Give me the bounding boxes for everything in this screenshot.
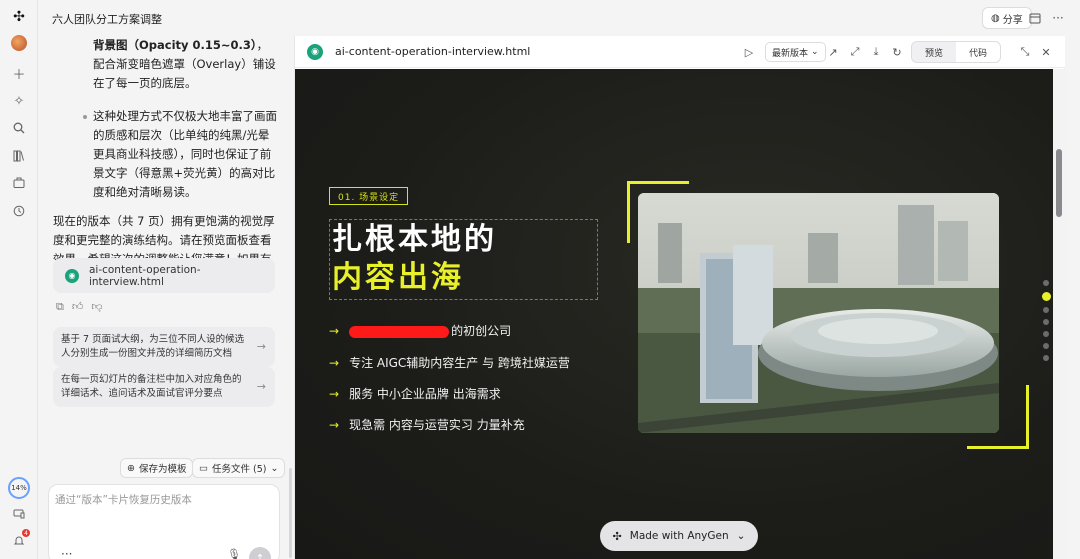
left-rail: ✣ ＋ ✧ 14% 4 [0, 0, 38, 559]
arrow-right-icon: → [256, 340, 266, 353]
top-bar: 六人团队分工方案调整 ◍ 分享 ··· [38, 0, 1080, 36]
share-export-icon[interactable]: ↗ [825, 44, 841, 60]
notification-badge: 4 [22, 529, 30, 537]
slide-dot[interactable] [1043, 343, 1049, 349]
list-item: 背景图（Opacity 0.15~0.3），配合渐变暗色遮罩（Overlay）铺… [93, 38, 276, 90]
microphone-icon[interactable]: 🎙︎ [227, 548, 241, 559]
preview-toolbar: ◉ ai-content-operation-interview.html ▷ … [295, 36, 1065, 68]
expand-icon[interactable]: ⤡ [1017, 44, 1033, 60]
scrollbar-thumb[interactable] [1056, 149, 1062, 217]
slide-dot[interactable] [1043, 331, 1049, 337]
bell-icon[interactable]: 4 [9, 529, 30, 551]
task-files-button[interactable]: ▭ 任务文件 (5) ⌄ [192, 458, 286, 478]
title-selection-box[interactable]: 扎根本地的 内容出海 [329, 219, 598, 300]
arrow-right-icon: → [329, 417, 340, 432]
briefcase-icon[interactable] [9, 173, 29, 193]
chat-input[interactable]: 通过“版本”卡片恢复历史版本 ··· 🎙︎ ↑ [48, 484, 280, 559]
usage-progress-ring: 14% [8, 477, 30, 499]
section-tag: 01. 场景设定 [329, 187, 409, 205]
spark-icon[interactable]: ✧ [9, 91, 29, 111]
arrow-right-icon: → [329, 386, 340, 401]
copy-icon[interactable]: ⧉ [56, 300, 64, 314]
history-clock-icon[interactable] [9, 201, 29, 221]
redaction-mark [349, 325, 450, 338]
chevron-down-icon: ⌄ [270, 462, 279, 474]
template-icon: ⊕ [127, 462, 135, 474]
avatar[interactable] [11, 35, 27, 51]
search-icon[interactable] [9, 118, 29, 138]
calendar-icon[interactable] [1026, 9, 1044, 27]
arrow-right-icon: → [256, 380, 266, 393]
slide-dot[interactable] [1043, 319, 1049, 325]
chat-panel: 背景图（Opacity 0.15~0.3），配合渐变暗色遮罩（Overlay）铺… [38, 36, 294, 559]
chat-scrollbar[interactable] [289, 468, 292, 558]
more-menu-icon[interactable]: ··· [1049, 9, 1067, 27]
tab-code[interactable]: 代码 [956, 42, 1000, 62]
slide-title-line1: 扎根本地的 [332, 222, 497, 257]
new-plus-icon[interactable]: ＋ [9, 63, 29, 83]
preview-panel: ◉ ai-content-operation-interview.html ▷ … [294, 36, 1065, 559]
library-icon[interactable] [9, 146, 29, 166]
thumbs-down-icon[interactable]: 👎︎ [91, 300, 102, 314]
slide-title-line2: 内容出海 [332, 260, 464, 295]
thumbs-up-icon[interactable]: 👍︎ [72, 300, 84, 314]
slide-point: → 服务 中小企业品牌 出海需求 [329, 386, 501, 402]
refresh-icon[interactable]: ↻ [889, 44, 905, 60]
download-icon[interactable]: ⤓ [868, 44, 884, 60]
slide-point: → 现急需 内容与运营实习 力量补充 [329, 417, 525, 433]
chevron-down-icon: ⌄ [736, 530, 746, 542]
slide-canvas: 01. 场景设定 扎根本地的 内容出海 → 的初创公司 → 专注 AIGC辅助内… [295, 69, 1053, 559]
arrow-right-icon: → [329, 355, 340, 370]
send-button[interactable]: ↑ [249, 547, 271, 559]
slide-dot-active[interactable] [1041, 292, 1051, 301]
anygen-logo-icon: ✣ [612, 529, 622, 543]
slide-point: → 的初创公司 [329, 323, 512, 339]
app-logo-icon[interactable]: ✣ [9, 7, 29, 27]
html-file-icon: ◉ [65, 268, 79, 283]
slide-point: → 专注 AIGC辅助内容生产 与 跨境社媒运营 [329, 355, 570, 371]
chevron-down-icon: ⌄ [811, 47, 819, 57]
edit-select-icon[interactable]: ⤢ [847, 44, 863, 60]
chat-message: 背景图（Opacity 0.15~0.3），配合渐变暗色遮罩（Overlay）铺… [53, 36, 279, 288]
arrow-right-icon: → [329, 323, 340, 338]
slide-pagination [1041, 280, 1051, 367]
version-dropdown[interactable]: 最新版本 ⌄ [765, 42, 826, 62]
building-photo [638, 193, 999, 433]
suggestion-card[interactable]: 基于 7 页面试大纲，为三位不同人设的候选人分别生成一份图文并茂的详细简历文档 … [53, 327, 275, 367]
message-actions: ⧉ 👍︎ 👎︎ [56, 300, 103, 314]
slide-dot[interactable] [1043, 355, 1049, 361]
slide-dot[interactable] [1043, 307, 1049, 313]
made-with-badge[interactable]: ✣ Made with AnyGen ⌄ [600, 521, 758, 551]
more-options-icon[interactable]: ··· [61, 547, 72, 559]
preview-scrollbar[interactable] [1053, 69, 1065, 559]
html-file-icon: ◉ [307, 44, 323, 60]
close-icon[interactable]: ✕ [1038, 44, 1054, 60]
device-icon[interactable] [9, 504, 29, 524]
share-button[interactable]: ◍ 分享 [982, 7, 1032, 29]
save-template-button[interactable]: ⊕ 保存为模板 [120, 458, 194, 478]
suggestion-card[interactable]: 在每一页幻灯片的备注栏中加入对应角色的详细话术、追问话术及面试官评分要点 → [53, 367, 275, 407]
file-card[interactable]: ◉ ai-content-operation-interview.html [53, 258, 275, 293]
page-title: 六人团队分工方案调整 [52, 13, 162, 26]
preview-filename: ai-content-operation-interview.html [335, 45, 531, 58]
view-toggle: 预览 代码 [911, 41, 1001, 63]
slide-dot[interactable] [1043, 280, 1049, 286]
tab-preview[interactable]: 预览 [912, 42, 956, 62]
list-item: 这种处理方式不仅极大地丰富了画面的质感和层次（比单纯的纯黑/光晕更具商业科技感）… [53, 107, 279, 202]
play-icon[interactable]: ▷ [741, 44, 757, 60]
folder-icon: ▭ [199, 462, 208, 474]
globe-icon: ◍ [991, 12, 1000, 24]
